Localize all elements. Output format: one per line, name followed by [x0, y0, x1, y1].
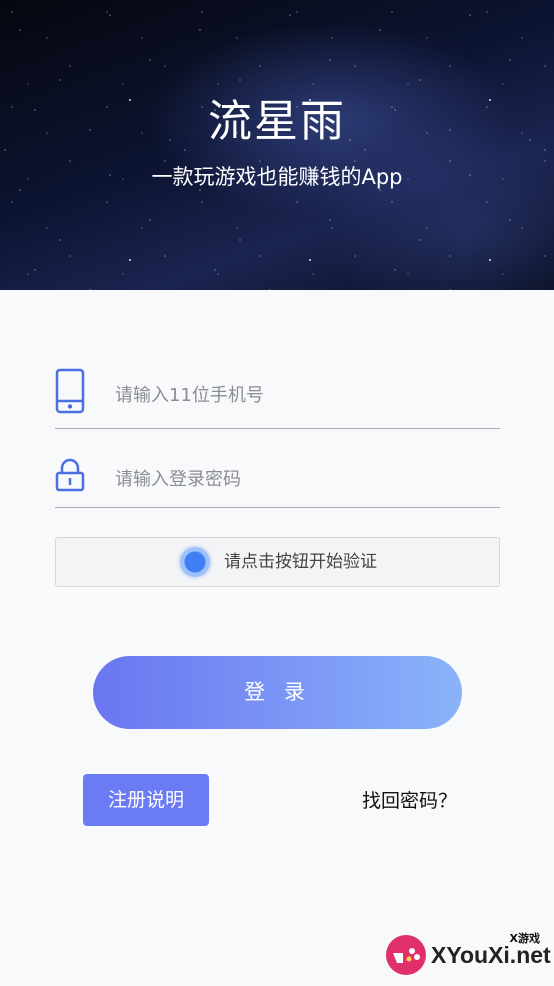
password-input[interactable]	[115, 452, 485, 507]
verify-label: 请点击按钮开始验证	[224, 552, 377, 572]
login-button[interactable]: 登 录	[93, 656, 462, 729]
lock-icon	[55, 458, 85, 496]
register-info-button[interactable]: 注册说明	[83, 774, 209, 826]
forgot-password-link[interactable]: 找回密码？	[362, 786, 457, 816]
gamepad-logo-icon	[383, 932, 429, 982]
captcha-verify-button[interactable]: 请点击按钮开始验证	[55, 537, 500, 587]
app-title: 流星雨	[208, 96, 346, 147]
hero-banner: 流星雨 一款玩游戏也能赚钱的App	[0, 0, 554, 290]
watermark: X游戏 XYouXi.net	[383, 928, 551, 983]
verify-dot-icon	[180, 547, 210, 577]
watermark-brand: XYouXi.net	[431, 942, 551, 968]
phone-icon	[55, 368, 85, 418]
phone-input[interactable]	[115, 362, 485, 428]
phone-field	[55, 362, 500, 429]
password-field	[55, 452, 500, 508]
app-subtitle: 一款玩游戏也能赚钱的App	[151, 165, 403, 189]
